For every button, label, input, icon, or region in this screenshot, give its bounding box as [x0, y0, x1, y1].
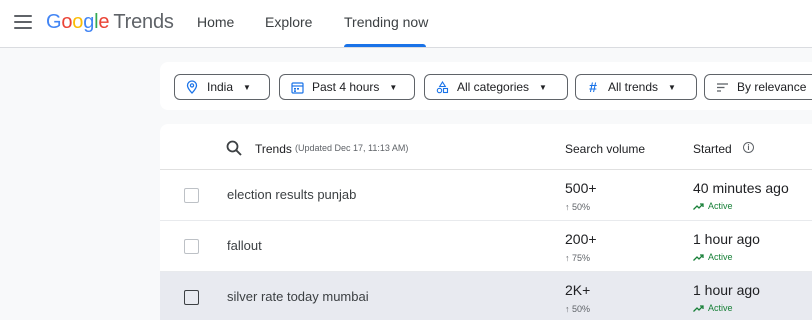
row-checkbox[interactable]	[184, 188, 199, 203]
trend-name[interactable]: fallout	[227, 238, 262, 253]
chevron-down-icon: ▼	[539, 82, 547, 92]
sort-icon	[715, 80, 729, 94]
trending-up-icon	[693, 304, 704, 312]
category-shapes-icon	[435, 80, 449, 94]
sort-filter-label: By relevance	[737, 80, 807, 94]
calendar-icon	[290, 80, 304, 94]
time-filter-label: Past 4 hours	[312, 80, 380, 94]
row-checkbox[interactable]	[184, 239, 199, 254]
table-header: Trends (Updated Dec 17, 11:13 AM) Search…	[160, 124, 812, 170]
hash-icon: #	[589, 79, 597, 95]
started-time: 1 hour ago	[693, 231, 760, 247]
table-row[interactable]: election results punjab 500+ ↑ 50% 40 mi…	[160, 170, 812, 221]
location-filter-chip[interactable]: India ▼	[174, 74, 270, 100]
trend-name[interactable]: silver rate today mumbai	[227, 289, 369, 304]
trends-column-header: Trends	[255, 142, 292, 156]
time-filter-chip[interactable]: Past 4 hours ▼	[279, 74, 415, 100]
table-row[interactable]: fallout 200+ ↑ 75% 1 hour ago Active	[160, 221, 812, 272]
filter-bar: India ▼ Past 4 hours ▼ All categories ▼ …	[160, 62, 812, 110]
chevron-down-icon: ▼	[668, 82, 676, 92]
started-time: 1 hour ago	[693, 282, 760, 298]
volume-change: ↑ 50%	[565, 202, 591, 212]
tab-explore[interactable]: Explore	[265, 14, 312, 30]
trending-up-icon	[693, 202, 704, 210]
sort-filter-chip[interactable]: By relevance	[704, 74, 812, 100]
tab-trending-now[interactable]: Trending now	[344, 14, 428, 30]
google-trends-logo[interactable]: Google Trends	[46, 11, 174, 34]
volume-change: ↑ 75%	[565, 253, 591, 263]
status-badge: Active	[693, 201, 733, 211]
menu-icon[interactable]	[14, 15, 32, 29]
trend-type-filter-label: All trends	[608, 80, 659, 94]
trend-name[interactable]: election results punjab	[227, 187, 356, 202]
updated-timestamp: (Updated Dec 17, 11:13 AM)	[295, 143, 409, 153]
top-app-bar: Google Trends Home Explore Trending now	[0, 0, 812, 48]
category-filter-label: All categories	[457, 80, 530, 94]
search-volume-value: 500+	[565, 180, 597, 196]
status-badge: Active	[693, 303, 733, 313]
search-icon[interactable]	[226, 140, 242, 156]
tab-home[interactable]: Home	[197, 14, 234, 30]
chevron-down-icon: ▼	[243, 82, 251, 92]
status-badge: Active	[693, 252, 733, 262]
status-label: Active	[708, 201, 733, 211]
search-volume-column-header[interactable]: Search volume	[565, 142, 645, 156]
active-tab-indicator	[344, 44, 426, 47]
table-row[interactable]: silver rate today mumbai 2K+ ↑ 50% 1 hou…	[160, 272, 812, 320]
location-pin-icon	[185, 80, 199, 94]
volume-change: ↑ 50%	[565, 304, 591, 314]
status-label: Active	[708, 303, 733, 313]
trend-type-filter-chip[interactable]: # All trends ▼	[575, 74, 697, 100]
info-icon[interactable]: i	[743, 142, 754, 153]
trends-table: Trends (Updated Dec 17, 11:13 AM) Search…	[160, 124, 812, 320]
trending-up-icon	[693, 253, 704, 261]
row-checkbox[interactable]	[184, 290, 199, 305]
chevron-down-icon: ▼	[389, 82, 398, 92]
started-column-header[interactable]: Started	[693, 142, 732, 156]
search-volume-value: 2K+	[565, 282, 591, 298]
started-time: 40 minutes ago	[693, 180, 789, 196]
status-label: Active	[708, 252, 733, 262]
location-filter-label: India	[207, 80, 234, 94]
category-filter-chip[interactable]: All categories ▼	[424, 74, 568, 100]
search-volume-value: 200+	[565, 231, 597, 247]
